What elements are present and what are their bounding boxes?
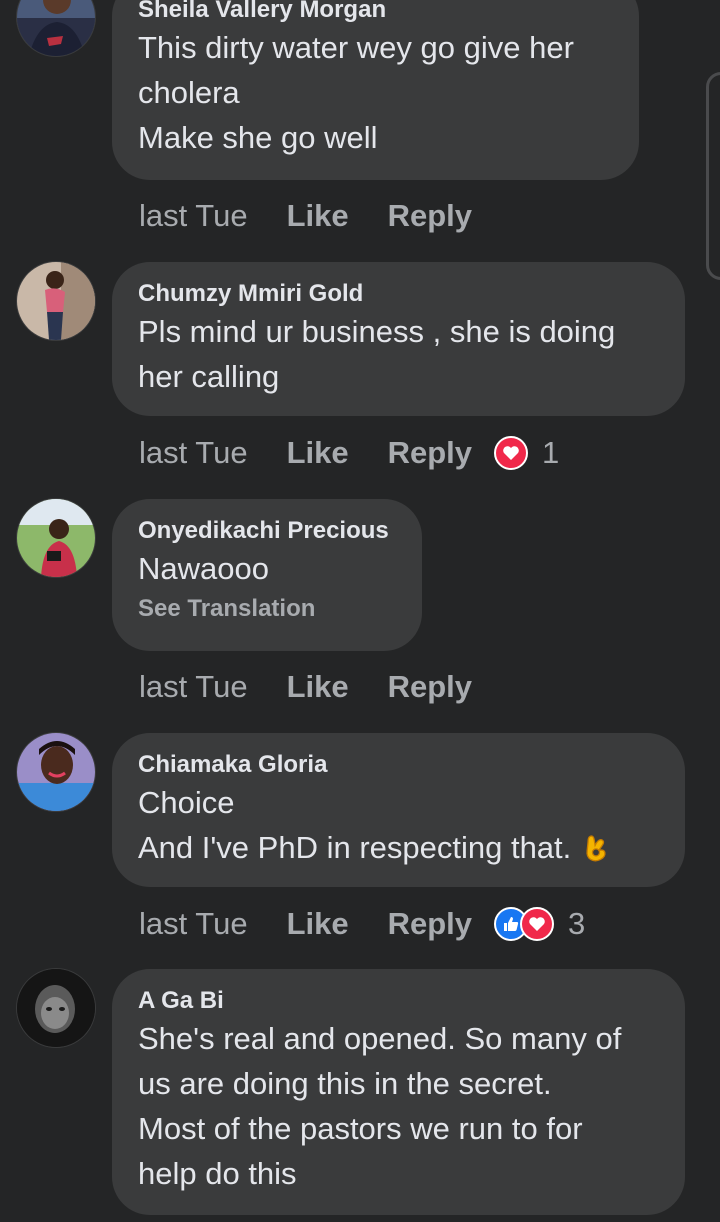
love-reaction-icon — [520, 907, 555, 941]
avatar-photo — [17, 733, 95, 811]
ok-hand-emoji-icon — [581, 831, 611, 876]
avatar-photo — [17, 499, 95, 577]
comment-timestamp[interactable]: last Tue — [139, 906, 248, 942]
comment-text-line: She's real and opened. So many of — [138, 1021, 622, 1056]
comment-text-line: us are doing this in the secret. — [138, 1066, 552, 1101]
comment-bubble: Onyedikachi Precious Nawaooo See Transla… — [112, 499, 422, 651]
see-translation-link[interactable]: See Translation — [138, 593, 396, 625]
comment-text-line: help do this — [138, 1156, 297, 1191]
comment-text-line: cholera — [138, 75, 240, 110]
avatar[interactable] — [17, 262, 95, 340]
reply-button[interactable]: Reply — [388, 669, 472, 705]
comment-timestamp[interactable]: last Tue — [139, 669, 248, 705]
comment-bubble: A Ga Bi She's real and opened. So many o… — [112, 969, 685, 1215]
comment-timestamp[interactable]: last Tue — [139, 198, 248, 234]
comment-author[interactable]: A Ga Bi — [138, 986, 659, 1016]
scroll-thumb[interactable] — [706, 72, 720, 280]
reply-button[interactable]: Reply — [388, 198, 472, 234]
avatar-photo — [17, 969, 95, 1047]
comment-text-line: her calling — [138, 359, 280, 394]
love-reaction-icon — [494, 436, 529, 470]
reaction-summary[interactable] — [494, 436, 529, 470]
like-button[interactable]: Like — [287, 669, 349, 705]
comment-text-line: Most of the pastors we run to for — [138, 1111, 583, 1146]
comment-actions: last Tue Like Reply — [139, 665, 494, 709]
comment-text-line: Make she go well — [138, 120, 378, 155]
reaction-count[interactable]: 1 — [542, 435, 559, 471]
avatar[interactable] — [17, 499, 95, 577]
comment-actions: last Tue Like Reply 1 — [139, 431, 559, 475]
comment-text-line: Pls mind ur business , she is doing — [138, 314, 616, 349]
comment-bubble: Chiamaka Gloria Choice And I've PhD in r… — [112, 733, 685, 887]
avatar[interactable] — [17, 733, 95, 811]
avatar[interactable] — [17, 969, 95, 1047]
like-button[interactable]: Like — [287, 906, 349, 942]
comment-author[interactable]: Chumzy Mmiri Gold — [138, 279, 659, 309]
comment-text-line: And I've PhD in respecting that. — [138, 825, 659, 876]
reaction-count[interactable]: 3 — [568, 906, 585, 942]
comment-author[interactable]: Onyedikachi Precious — [138, 516, 396, 546]
comment-text-span: And I've PhD in respecting that. — [138, 830, 572, 865]
comment-timestamp[interactable]: last Tue — [139, 435, 248, 471]
comment-actions: last Tue Like Reply 3 — [139, 902, 585, 946]
like-button[interactable]: Like — [287, 435, 349, 471]
comment-bubble: Sheila Vallery Morgan This dirty water w… — [112, 0, 639, 180]
comment-author[interactable]: Chiamaka Gloria — [138, 750, 659, 780]
comment-text-line: This dirty water wey go give her — [138, 30, 574, 65]
avatar-photo — [17, 262, 95, 340]
reply-button[interactable]: Reply — [388, 906, 472, 942]
avatar[interactable] — [17, 0, 95, 56]
comment-author[interactable]: Sheila Vallery Morgan — [138, 0, 613, 25]
avatar-photo — [17, 0, 95, 56]
comment-bubble: Chumzy Mmiri Gold Pls mind ur business ,… — [112, 262, 685, 416]
like-button[interactable]: Like — [287, 198, 349, 234]
reaction-summary[interactable] — [494, 907, 555, 941]
comment-text-line: Nawaooo — [138, 551, 269, 586]
reply-button[interactable]: Reply — [388, 435, 472, 471]
comment-actions: last Tue Like Reply — [139, 194, 494, 238]
comment-text-line: Choice — [138, 785, 235, 820]
